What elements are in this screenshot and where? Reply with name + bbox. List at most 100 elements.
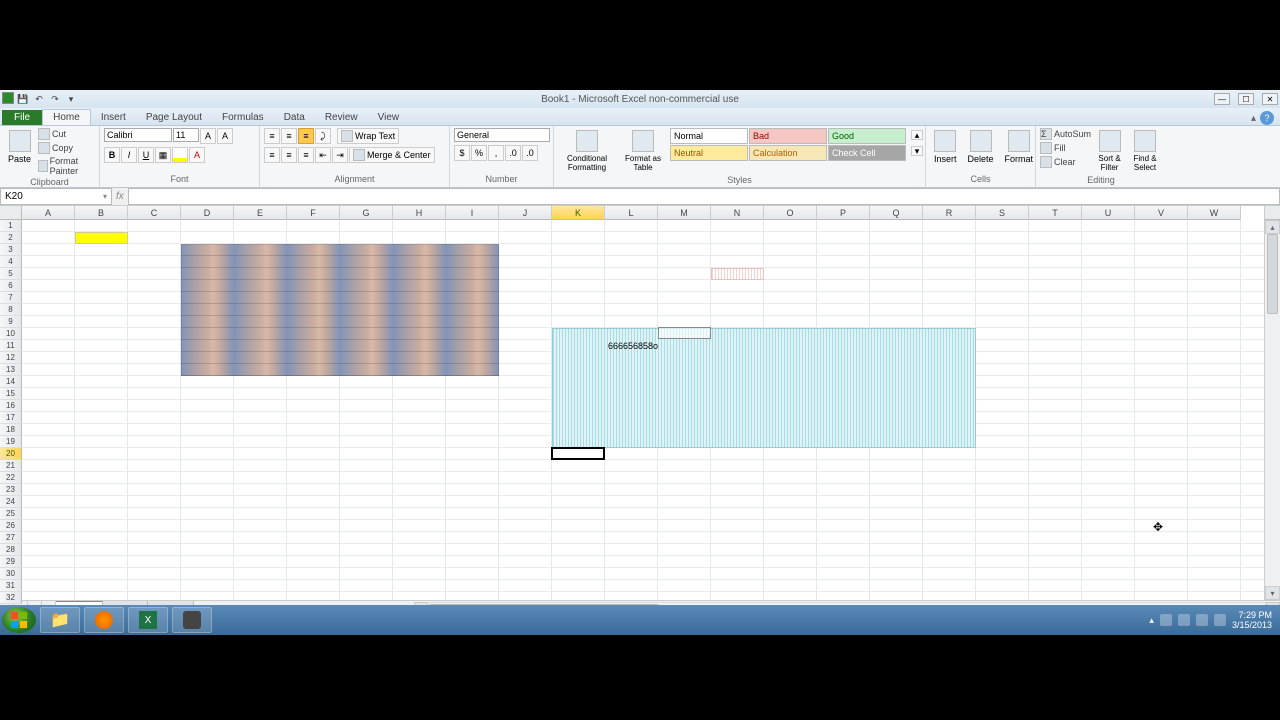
yellow-fill-cell[interactable]	[75, 232, 128, 244]
col-header-L[interactable]: L	[605, 206, 658, 220]
styles-scroll-down[interactable]: ▾	[911, 146, 923, 156]
align-right-button[interactable]: ≡	[298, 147, 314, 163]
find-select-button[interactable]: Find & Select	[1128, 128, 1162, 174]
styles-scroll-up[interactable]: ▴	[911, 130, 923, 140]
scroll-down-button[interactable]: ▾	[1265, 586, 1280, 600]
align-left-button[interactable]: ≡	[264, 147, 280, 163]
row-header-20[interactable]: 20	[0, 448, 22, 460]
row-header-21[interactable]: 21	[0, 460, 22, 472]
row-header-24[interactable]: 24	[0, 496, 22, 508]
style-neutral[interactable]: Neutral	[670, 145, 748, 161]
gradient-fill-range[interactable]	[181, 244, 499, 376]
col-header-E[interactable]: E	[234, 206, 287, 220]
vscroll-thumb[interactable]	[1267, 234, 1278, 314]
row-header-28[interactable]: 28	[0, 544, 22, 556]
col-header-S[interactable]: S	[976, 206, 1029, 220]
col-header-W[interactable]: W	[1188, 206, 1241, 220]
italic-button[interactable]: I	[121, 147, 137, 163]
firefox-taskbar-item[interactable]	[84, 607, 124, 633]
col-header-G[interactable]: G	[340, 206, 393, 220]
font-name-select[interactable]	[104, 128, 172, 142]
row-header-13[interactable]: 13	[0, 364, 22, 376]
qat-redo-icon[interactable]: ↷	[48, 92, 62, 106]
format-painter-button[interactable]: Format Painter	[38, 156, 95, 176]
style-calculation[interactable]: Calculation	[749, 145, 827, 161]
align-top-button[interactable]: ≡	[264, 128, 280, 144]
col-header-I[interactable]: I	[446, 206, 499, 220]
fill-button[interactable]: Fill	[1040, 142, 1091, 154]
row-header-6[interactable]: 6	[0, 280, 22, 292]
row-header-4[interactable]: 4	[0, 256, 22, 268]
row-header-7[interactable]: 7	[0, 292, 22, 304]
row-header-22[interactable]: 22	[0, 472, 22, 484]
data-tab[interactable]: Data	[274, 110, 315, 125]
row-header-23[interactable]: 23	[0, 484, 22, 496]
currency-button[interactable]: $	[454, 145, 470, 161]
format-cells-button[interactable]: Format	[1001, 128, 1038, 166]
row-header-25[interactable]: 25	[0, 508, 22, 520]
row-header-3[interactable]: 3	[0, 244, 22, 256]
explorer-taskbar-item[interactable]: 📁	[40, 607, 80, 633]
sort-filter-button[interactable]: Sort & Filter	[1094, 128, 1125, 174]
cut-button[interactable]: Cut	[38, 128, 95, 140]
col-header-F[interactable]: F	[287, 206, 340, 220]
row-header-12[interactable]: 12	[0, 352, 22, 364]
row-header-26[interactable]: 26	[0, 520, 22, 532]
align-middle-button[interactable]: ≡	[281, 128, 297, 144]
number-format-select[interactable]	[454, 128, 550, 142]
excel-taskbar-item[interactable]: X	[128, 607, 168, 633]
ribbon-min-icon[interactable]: ▴	[1251, 113, 1256, 124]
taskbar-clock[interactable]: 7:29 PM 3/15/2013	[1232, 610, 1272, 630]
clear-button[interactable]: Clear	[1040, 156, 1091, 168]
row-header-1[interactable]: 1	[0, 220, 22, 232]
home-tab[interactable]: Home	[42, 109, 91, 125]
percent-button[interactable]: %	[471, 145, 487, 161]
col-header-P[interactable]: P	[817, 206, 870, 220]
bold-button[interactable]: B	[104, 147, 120, 163]
orientation-button[interactable]: ⤸	[315, 128, 331, 144]
style-check-cell[interactable]: Check Cell	[828, 145, 906, 161]
active-cell-outline[interactable]	[551, 447, 605, 460]
paste-button[interactable]: Paste	[4, 128, 35, 166]
row-header-11[interactable]: 11	[0, 340, 22, 352]
network-icon[interactable]	[1196, 614, 1208, 626]
merge-button[interactable]: Merge & Center	[349, 147, 435, 163]
row-header-30[interactable]: 30	[0, 568, 22, 580]
select-all-corner[interactable]	[0, 206, 22, 220]
spreadsheet-grid[interactable]: ABCDEFGHIJKLMNOPQRSTUVW 1234567891011121…	[0, 206, 1280, 600]
volume-icon[interactable]	[1214, 614, 1226, 626]
conditional-formatting-button[interactable]: Conditional Formatting	[558, 128, 616, 174]
row-header-16[interactable]: 16	[0, 400, 22, 412]
row-header-10[interactable]: 10	[0, 328, 22, 340]
formula-input[interactable]	[128, 188, 1280, 205]
font-color-button[interactable]: A	[189, 147, 205, 163]
col-header-C[interactable]: C	[128, 206, 181, 220]
qat-undo-icon[interactable]: ↶	[32, 92, 46, 106]
insert-cells-button[interactable]: Insert	[930, 128, 961, 166]
wrap-text-button[interactable]: Wrap Text	[337, 128, 399, 144]
close-button[interactable]: ✕	[1262, 93, 1278, 105]
comma-button[interactable]: ,	[488, 145, 504, 161]
row-header-9[interactable]: 9	[0, 316, 22, 328]
row-header-19[interactable]: 19	[0, 436, 22, 448]
col-header-U[interactable]: U	[1082, 206, 1135, 220]
maximize-button[interactable]: ☐	[1238, 93, 1254, 105]
vertical-scrollbar[interactable]: ▴ ▾	[1264, 220, 1280, 600]
cells-area[interactable]: 666656858o ✥	[22, 220, 1264, 600]
col-header-B[interactable]: B	[75, 206, 128, 220]
col-header-K[interactable]: K	[552, 206, 605, 220]
row-header-5[interactable]: 5	[0, 268, 22, 280]
copy-button[interactable]: Copy	[38, 142, 95, 154]
row-header-8[interactable]: 8	[0, 304, 22, 316]
row-header-14[interactable]: 14	[0, 376, 22, 388]
column-headers[interactable]: ABCDEFGHIJKLMNOPQRSTUVW	[22, 206, 1264, 220]
indent-inc-button[interactable]: ⇥	[332, 147, 348, 163]
windows-taskbar[interactable]: 📁 X ▴ 7:29 PM 3/15/2013	[0, 605, 1280, 635]
col-header-T[interactable]: T	[1029, 206, 1082, 220]
col-header-H[interactable]: H	[393, 206, 446, 220]
qat-save-icon[interactable]: 💾	[16, 92, 30, 106]
row-header-15[interactable]: 15	[0, 388, 22, 400]
fx-icon[interactable]: fx	[116, 191, 124, 202]
col-header-V[interactable]: V	[1135, 206, 1188, 220]
inc-decimal-button[interactable]: .0	[505, 145, 521, 161]
